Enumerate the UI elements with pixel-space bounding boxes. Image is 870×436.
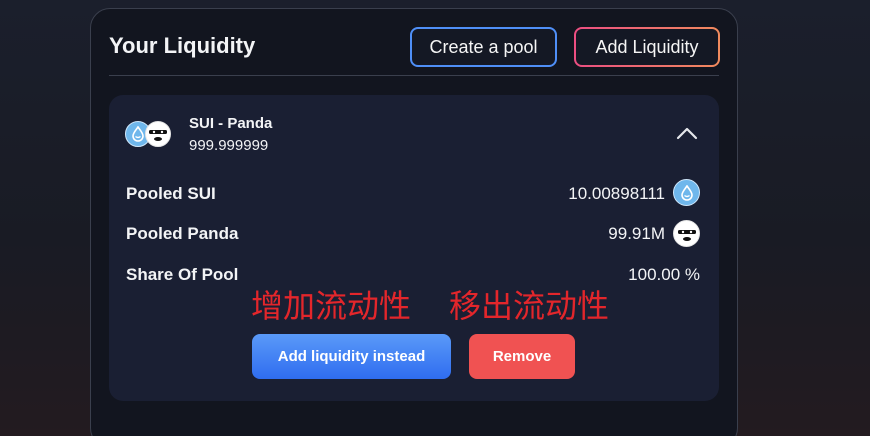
- add-liquidity-instead-button[interactable]: Add liquidity instead: [252, 334, 451, 379]
- sui-token-icon: [673, 179, 700, 206]
- panda-token-icon: [673, 220, 700, 247]
- pair-icons: [125, 119, 173, 149]
- add-liquidity-button[interactable]: Add Liquidity: [574, 27, 720, 67]
- lp-amount: 999.999999: [189, 137, 269, 154]
- panel-title: Your Liquidity: [109, 33, 256, 58]
- pooled-panda-label: Pooled Panda: [126, 224, 239, 243]
- chevron-up-icon[interactable]: [675, 125, 699, 141]
- create-pool-button[interactable]: Create a pool: [410, 27, 557, 67]
- share-of-pool-label: Share Of Pool: [126, 265, 239, 284]
- header-divider: [109, 75, 719, 76]
- pooled-panda-value: 99.91M: [608, 224, 665, 243]
- position-card[interactable]: SUI - Panda 999.999999 Pooled SUI 10.008…: [109, 95, 719, 401]
- panda-token-icon: [145, 121, 171, 147]
- add-annotation: 增加流动性: [251, 287, 412, 325]
- pooled-sui-label: Pooled SUI: [126, 184, 216, 203]
- pooled-sui-value: 10.00898111: [568, 184, 665, 203]
- share-of-pool-value: 100.00 %: [628, 265, 700, 284]
- pair-name: SUI - Panda: [189, 115, 273, 132]
- remove-annotation: 移出流动性: [449, 287, 610, 325]
- liquidity-panel: Your Liquidity Create a pool Add Liquidi…: [90, 8, 738, 436]
- remove-button[interactable]: Remove: [469, 334, 575, 379]
